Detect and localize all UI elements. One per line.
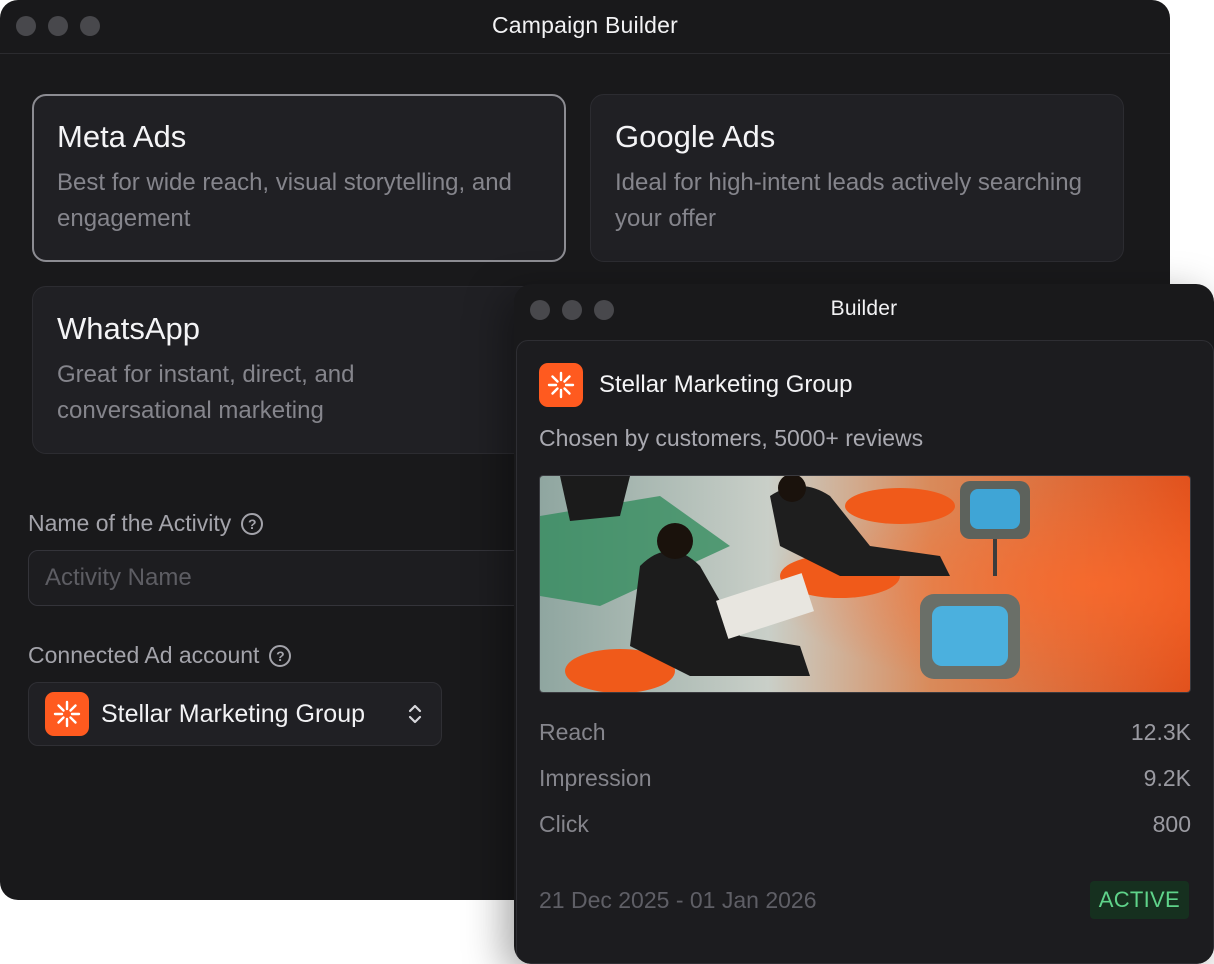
ad-account-name: Stellar Marketing Group [101, 699, 366, 728]
channel-card-whatsapp[interactable]: WhatsApp Great for instant, direct, and … [32, 286, 566, 454]
sunburst-logo-icon [45, 692, 89, 736]
sunburst-logo-icon [539, 363, 583, 407]
stat-value: 12.3K [1130, 719, 1191, 745]
help-circle-icon[interactable]: ? [269, 644, 292, 667]
titlebar: Builder [514, 284, 1214, 340]
activity-name-label: Name of the Activity ? [28, 510, 264, 537]
stat-value: 800 [1152, 811, 1191, 837]
ad-preview-panel: Stellar Marketing Group Chosen by custom… [516, 340, 1214, 964]
ad-account-label: Connected Ad account ? [28, 642, 292, 669]
stat-label: Click [539, 811, 589, 837]
channel-card-meta-ads[interactable]: Meta Ads Best for wide reach, visual sto… [32, 94, 566, 262]
ad-creative-image [539, 475, 1191, 693]
activity-name-input[interactable] [28, 550, 588, 606]
ad-preview-header: Stellar Marketing Group [539, 363, 852, 407]
channel-card-description: Ideal for high-intent leads actively sea… [615, 169, 1082, 232]
stat-label: Reach [539, 719, 606, 745]
channel-card-title: WhatsApp [57, 311, 201, 346]
stat-label: Impression [539, 765, 652, 791]
channel-card-google-ads[interactable]: Google Ads Ideal for high-intent leads a… [590, 94, 1124, 262]
ad-preview-account-name: Stellar Marketing Group [599, 371, 853, 398]
chevron-up-down-icon [408, 704, 422, 724]
campaign-date-range: 21 Dec 2025 - 01 Jan 2026 [539, 887, 817, 913]
activity-name-label-text: Name of the Activity [28, 510, 232, 536]
stat-row-click: Click 800 [539, 811, 1191, 838]
ad-account-label-text: Connected Ad account [28, 642, 260, 668]
help-circle-icon[interactable]: ? [241, 512, 264, 535]
status-badge: ACTIVE [1089, 881, 1189, 919]
channel-card-title: Google Ads [615, 119, 776, 154]
ad-account-select[interactable]: Stellar Marketing Group [28, 682, 442, 746]
stat-row-reach: Reach 12.3K [539, 719, 1191, 746]
stat-row-impression: Impression 9.2K [539, 765, 1191, 792]
channel-card-description: Best for wide reach, visual storytelling… [57, 169, 512, 232]
builder-window: Builder Stellar Marketing Group Chosen b… [514, 284, 1214, 964]
channel-card-title: Meta Ads [57, 119, 187, 154]
window-title: Campaign Builder [491, 12, 679, 38]
channel-card-description: Great for instant, direct, and conversat… [57, 361, 355, 424]
titlebar: Campaign Builder [0, 0, 1170, 54]
stat-value: 9.2K [1143, 765, 1191, 791]
window-title: Builder [830, 297, 898, 320]
ad-preview-tagline: Chosen by customers, 5000+ reviews [539, 425, 924, 451]
